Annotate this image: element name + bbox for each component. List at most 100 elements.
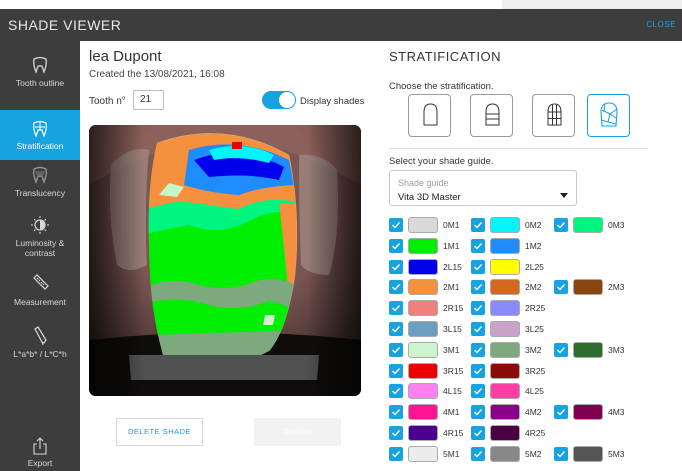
check-icon xyxy=(392,430,401,437)
sidebar-item-tooth-outline[interactable]: Tooth outline xyxy=(0,55,80,103)
check-icon xyxy=(474,367,483,375)
stratification-option-freeform[interactable] xyxy=(587,94,630,137)
shade-checkbox[interactable] xyxy=(389,238,403,253)
shade-swatch xyxy=(490,279,520,296)
shade-checkbox[interactable] xyxy=(389,384,403,399)
sidebar-item-label: Luminosity & contrast xyxy=(15,238,65,258)
patient-name: lea Dupont xyxy=(89,48,162,65)
shade-swatch xyxy=(490,258,520,275)
sidebar-item-luminosity[interactable]: Luminosity & contrast xyxy=(0,215,80,261)
shade-name: 3L15 xyxy=(443,324,462,334)
tooth-two-layers-icon xyxy=(485,103,500,126)
shade-swatch xyxy=(573,404,603,421)
close-button[interactable]: CLOSE xyxy=(646,20,676,29)
title-bar: SHADE VIEWER CLOSE xyxy=(0,9,682,41)
shade-checkbox[interactable] xyxy=(471,426,485,440)
display-shades-toggle[interactable] xyxy=(262,91,296,109)
shade-name: 4R25 xyxy=(525,428,546,438)
sidebar-item-measurement[interactable]: Measurement xyxy=(0,274,80,310)
sidebar-item-export[interactable]: Export xyxy=(0,437,80,471)
shade-row: 3R15 3R25 xyxy=(389,362,679,380)
shade-checkbox[interactable] xyxy=(554,218,568,232)
shade-name: 3M2 xyxy=(525,344,542,355)
shade-row: 4L15 4L25 xyxy=(389,382,679,400)
shade-checkbox[interactable] xyxy=(471,384,485,399)
sidebar-item-translucency[interactable]: Translucency xyxy=(0,165,80,205)
shade-swatch xyxy=(490,237,520,254)
shade-checkbox[interactable] xyxy=(389,322,403,336)
chevron-down-icon xyxy=(560,193,568,198)
shade-name: 4M1 xyxy=(443,407,460,418)
shade-swatch xyxy=(573,217,603,233)
shade-checkbox[interactable] xyxy=(471,218,485,232)
app-title: SHADE VIEWER xyxy=(8,17,122,33)
shade-name: 2R15 xyxy=(443,303,464,314)
shade-checkbox[interactable] xyxy=(389,426,403,440)
shade-swatch xyxy=(408,217,438,233)
tooth-freeform-icon xyxy=(600,102,618,127)
shade-row: 1M1 1M2 xyxy=(389,237,679,255)
shade-checkbox[interactable] xyxy=(554,342,568,357)
check-icon xyxy=(557,222,566,229)
check-icon xyxy=(474,388,483,395)
shade-guide-placeholder: Shade guide xyxy=(398,178,449,188)
shade-checkbox[interactable] xyxy=(389,280,403,295)
shade-checkbox[interactable] xyxy=(389,342,403,357)
shade-swatch xyxy=(408,425,438,441)
check-icon xyxy=(392,409,401,416)
shade-checkbox[interactable] xyxy=(389,301,403,316)
shade-swatch xyxy=(490,445,520,462)
check-icon xyxy=(474,242,483,250)
shade-checkbox[interactable] xyxy=(554,446,568,461)
shade-swatch xyxy=(408,300,438,317)
check-icon xyxy=(474,450,483,458)
shade-checkbox[interactable] xyxy=(389,405,403,420)
shade-checkbox[interactable] xyxy=(471,322,485,336)
shade-checkbox[interactable] xyxy=(389,446,403,461)
shade-checkbox[interactable] xyxy=(471,238,485,253)
shade-checkbox[interactable] xyxy=(471,259,485,274)
shade-checkbox[interactable] xyxy=(471,301,485,316)
shade-row: 5M1 5M2 5M3 xyxy=(389,445,679,463)
shade-swatch xyxy=(490,425,520,441)
shade-name: 0M2 xyxy=(525,220,542,230)
shade-guide-select[interactable]: Shade guide Vita 3D Master xyxy=(389,170,577,206)
shade-swatch xyxy=(408,383,438,400)
stratification-option-two-layers[interactable] xyxy=(470,94,513,137)
shade-name: 2M3 xyxy=(608,282,625,293)
stratification-option-single[interactable] xyxy=(408,94,451,137)
shade-checkbox[interactable] xyxy=(471,280,485,295)
shade-name: 2R25 xyxy=(525,303,546,314)
shade-checkbox[interactable] xyxy=(554,280,568,295)
shade-name: 2L25 xyxy=(525,261,544,272)
shade-name: 4R15 xyxy=(443,428,464,438)
check-icon xyxy=(392,388,401,395)
top-strip xyxy=(0,0,682,9)
sidebar-item-lab[interactable]: L*a*b* / L*C*h xyxy=(0,326,80,362)
stratification-icon xyxy=(33,120,47,138)
ruler-icon xyxy=(33,274,49,290)
order-button[interactable]: ORDER xyxy=(254,418,341,446)
shade-checkbox[interactable] xyxy=(471,363,485,378)
shade-checkbox[interactable] xyxy=(471,446,485,461)
shade-name: 3R25 xyxy=(525,365,546,376)
shade-swatch xyxy=(490,404,520,421)
tooth-number-input[interactable]: 21 xyxy=(133,90,164,110)
shade-swatch xyxy=(490,321,520,337)
shade-guide-value: Vita 3D Master xyxy=(398,192,461,203)
tooth-photo xyxy=(89,125,361,396)
shade-checkbox[interactable] xyxy=(471,342,485,357)
check-icon xyxy=(392,284,401,291)
shade-checkbox[interactable] xyxy=(554,405,568,420)
shade-checkbox[interactable] xyxy=(389,218,403,232)
shade-checkbox[interactable] xyxy=(471,405,485,420)
check-icon xyxy=(392,346,401,354)
delete-shade-button[interactable]: DELETE SHADE xyxy=(116,418,203,446)
toggle-knob xyxy=(279,92,295,108)
sidebar-item-stratification[interactable]: Stratification xyxy=(0,110,80,160)
stratification-option-grid[interactable] xyxy=(532,94,575,137)
shade-swatch xyxy=(573,279,603,296)
shade-checkbox[interactable] xyxy=(389,259,403,274)
shade-checkbox[interactable] xyxy=(389,363,403,378)
shade-name: 4M3 xyxy=(608,407,625,418)
